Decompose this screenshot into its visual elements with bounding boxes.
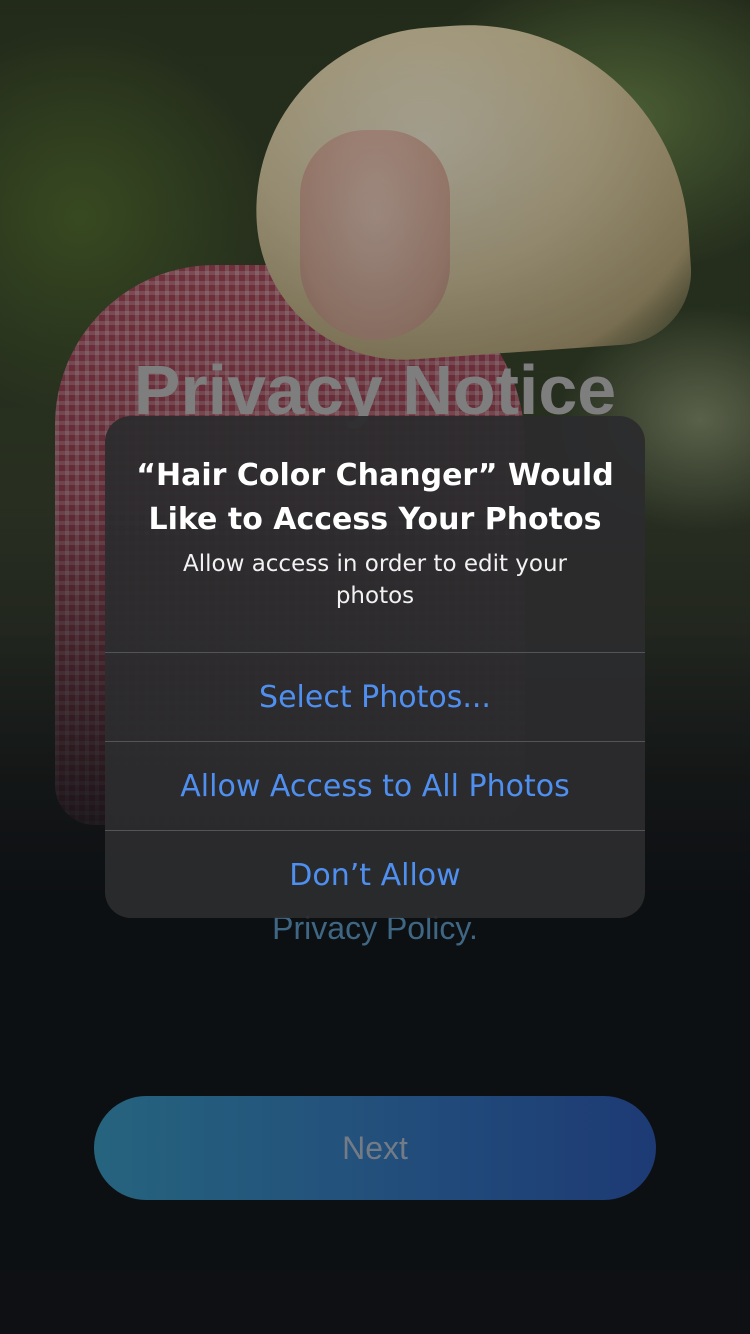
alert-title: “Hair Color Changer” Would Like to Acces… — [136, 458, 614, 537]
allow-all-photos-button[interactable]: Allow Access to All Photos — [105, 741, 645, 830]
select-photos-button[interactable]: Select Photos... — [105, 652, 645, 741]
alert-message: Allow access in order to edit your photo… — [182, 551, 568, 609]
photo-permission-alert: “Hair Color Changer” Would Like to Acces… — [105, 416, 645, 918]
alert-header: “Hair Color Changer” Would Like to Acces… — [105, 416, 645, 652]
dont-allow-button[interactable]: Don’t Allow — [105, 830, 645, 918]
